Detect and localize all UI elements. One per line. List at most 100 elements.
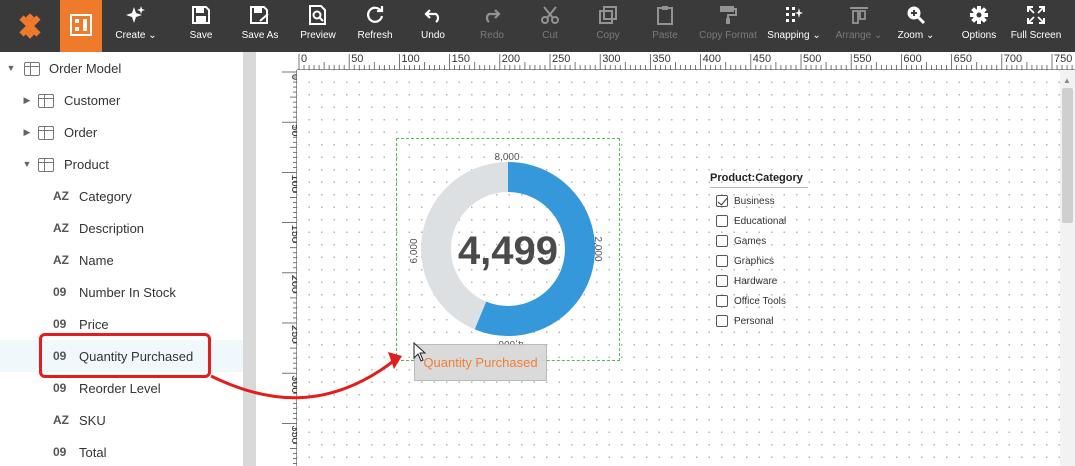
checkbox[interactable] xyxy=(716,315,728,327)
ruler-label: 700 xyxy=(1004,53,1022,65)
checkbox-checked[interactable] xyxy=(716,195,728,207)
paste-button[interactable]: Paste xyxy=(645,0,685,52)
arrange-button[interactable]: Arrange ⌄ xyxy=(833,0,885,52)
copy-format-button[interactable]: Copy Format xyxy=(697,0,759,52)
checkbox[interactable] xyxy=(716,255,728,267)
tree-field-total[interactable]: 09 Total xyxy=(53,436,243,466)
snapping-icon xyxy=(784,0,804,30)
copy-label: Copy xyxy=(596,30,620,41)
ruler-label: 550 xyxy=(853,53,871,65)
scroll-up-icon[interactable]: ▲ xyxy=(1063,76,1071,85)
tree-table-customer[interactable]: ▶ Customer xyxy=(22,84,120,116)
filter-item-personal[interactable]: Personal xyxy=(710,311,830,331)
ruler-horizontal-ticks: 0 50 100 150 200 250 300 350 400 450 500 550 600 650 7… xyxy=(298,53,1073,70)
full-screen-icon xyxy=(1027,0,1045,30)
field-label: Category xyxy=(79,188,132,204)
copy-format-icon xyxy=(719,0,737,30)
filter-item-label: Personal xyxy=(734,315,774,327)
checkbox[interactable] xyxy=(716,215,728,227)
filter-item-label: Office Tools xyxy=(734,295,786,307)
filter-item-hardware[interactable]: Hardware xyxy=(710,271,830,291)
gauge-tick-left: 6,000 xyxy=(409,238,420,263)
create-label: Create xyxy=(115,30,146,41)
redo-icon xyxy=(482,0,502,30)
undo-label: Undo xyxy=(421,30,445,41)
snapping-label: Snapping xyxy=(767,30,810,41)
designer-logo-button[interactable] xyxy=(60,0,102,52)
ruler-label: 50 xyxy=(351,53,363,65)
ruler-label: 0 xyxy=(289,74,297,80)
ruler-label: 300 xyxy=(602,53,620,65)
save-as-icon xyxy=(250,0,270,30)
panel-scrollbar[interactable] xyxy=(243,52,256,466)
copy-icon xyxy=(599,0,617,30)
tree-field-description[interactable]: AZ Description xyxy=(53,212,243,244)
cut-label: Cut xyxy=(542,30,558,41)
tree-table-order[interactable]: ▶ Order xyxy=(22,116,97,148)
copy-button[interactable]: Copy xyxy=(588,0,628,52)
expand-arrow-icon[interactable]: ▶ xyxy=(22,127,32,138)
gauge-tick-right: 2,000 xyxy=(592,236,603,261)
filter-item-graphics[interactable]: Graphics xyxy=(710,251,830,271)
options-button[interactable]: Options xyxy=(958,0,1000,52)
tree-field-sku[interactable]: AZ SKU xyxy=(53,404,243,436)
preview-button[interactable]: Preview xyxy=(296,0,340,52)
filter-item-label: Hardware xyxy=(734,275,778,287)
model-icon xyxy=(24,60,40,76)
expand-arrow-icon[interactable]: ▶ xyxy=(22,95,32,106)
ruler-label: 600 xyxy=(903,53,921,65)
cut-icon xyxy=(541,0,559,30)
refresh-label: Refresh xyxy=(357,30,393,41)
tree-field-category[interactable]: AZ Category xyxy=(53,180,243,212)
snapping-button[interactable]: Snapping ⌄ xyxy=(765,0,823,52)
category-filter: Product:Category Business Educational Ga… xyxy=(710,172,830,331)
full-screen-label: Full Screen xyxy=(1010,30,1062,41)
gauge-chart[interactable]: 4,499 8,000 2,000 4,000 6,000 xyxy=(396,138,620,361)
undo-icon xyxy=(423,0,443,30)
refresh-button[interactable]: Refresh xyxy=(353,0,397,52)
filter-item-business[interactable]: Business xyxy=(710,191,830,211)
filter-item-office-tools[interactable]: Office Tools xyxy=(710,291,830,311)
filter-item-educational[interactable]: Educational xyxy=(710,211,830,231)
undo-button[interactable]: Undo xyxy=(413,0,453,52)
checkbox[interactable] xyxy=(716,275,728,287)
scrollbar-thumb[interactable] xyxy=(1062,88,1073,223)
tree-field-name[interactable]: AZ Name xyxy=(53,244,243,276)
save-button[interactable]: Save xyxy=(181,0,221,52)
tree-root-label: Order Model xyxy=(49,60,122,76)
text-type-icon: AZ xyxy=(53,253,69,267)
checkbox[interactable] xyxy=(716,235,728,247)
table-icon xyxy=(38,124,54,140)
save-as-button[interactable]: Save As xyxy=(237,0,283,52)
save-icon xyxy=(192,0,210,30)
cut-button[interactable]: Cut xyxy=(530,0,570,52)
dragged-field-label[interactable]: Quantity Purchased xyxy=(414,344,547,381)
field-label: SKU xyxy=(79,412,106,428)
zoom-button[interactable]: Zoom ⌄ xyxy=(894,0,938,52)
checkbox[interactable] xyxy=(716,295,728,307)
ruler-label: 150 xyxy=(289,225,297,243)
number-type-icon: 09 xyxy=(53,317,67,331)
tree-field-number-in-stock[interactable]: 09 Number In Stock xyxy=(53,276,243,308)
full-screen-button[interactable]: Full Screen xyxy=(1008,0,1064,52)
field-label: Number In Stock xyxy=(79,284,176,300)
ruler-label: 400 xyxy=(703,53,721,65)
ruler-label: 200 xyxy=(502,53,520,65)
arrange-label: Arrange xyxy=(835,30,872,41)
tree-table-product[interactable]: ▼ Product xyxy=(22,148,109,180)
field-label: Name xyxy=(79,252,114,268)
ruler-label: 50 xyxy=(289,124,297,136)
collapse-arrow-icon[interactable]: ▼ xyxy=(22,159,32,169)
text-type-icon: AZ xyxy=(53,413,69,427)
collapse-arrow-icon[interactable]: ▼ xyxy=(6,63,16,73)
redo-button[interactable]: Redo xyxy=(472,0,512,52)
text-type-icon: AZ xyxy=(53,189,69,203)
create-button[interactable]: Create ⌄ xyxy=(109,0,163,52)
canvas-scrollbar[interactable]: ▲ xyxy=(1060,70,1075,466)
refresh-icon xyxy=(365,0,385,30)
filter-item-games[interactable]: Games xyxy=(710,231,830,251)
save-label: Save xyxy=(189,30,213,41)
paste-label: Paste xyxy=(652,30,678,41)
tree-table-label: Order xyxy=(64,124,98,140)
tree-root-order-model[interactable]: ▼ Order Model xyxy=(6,52,121,84)
